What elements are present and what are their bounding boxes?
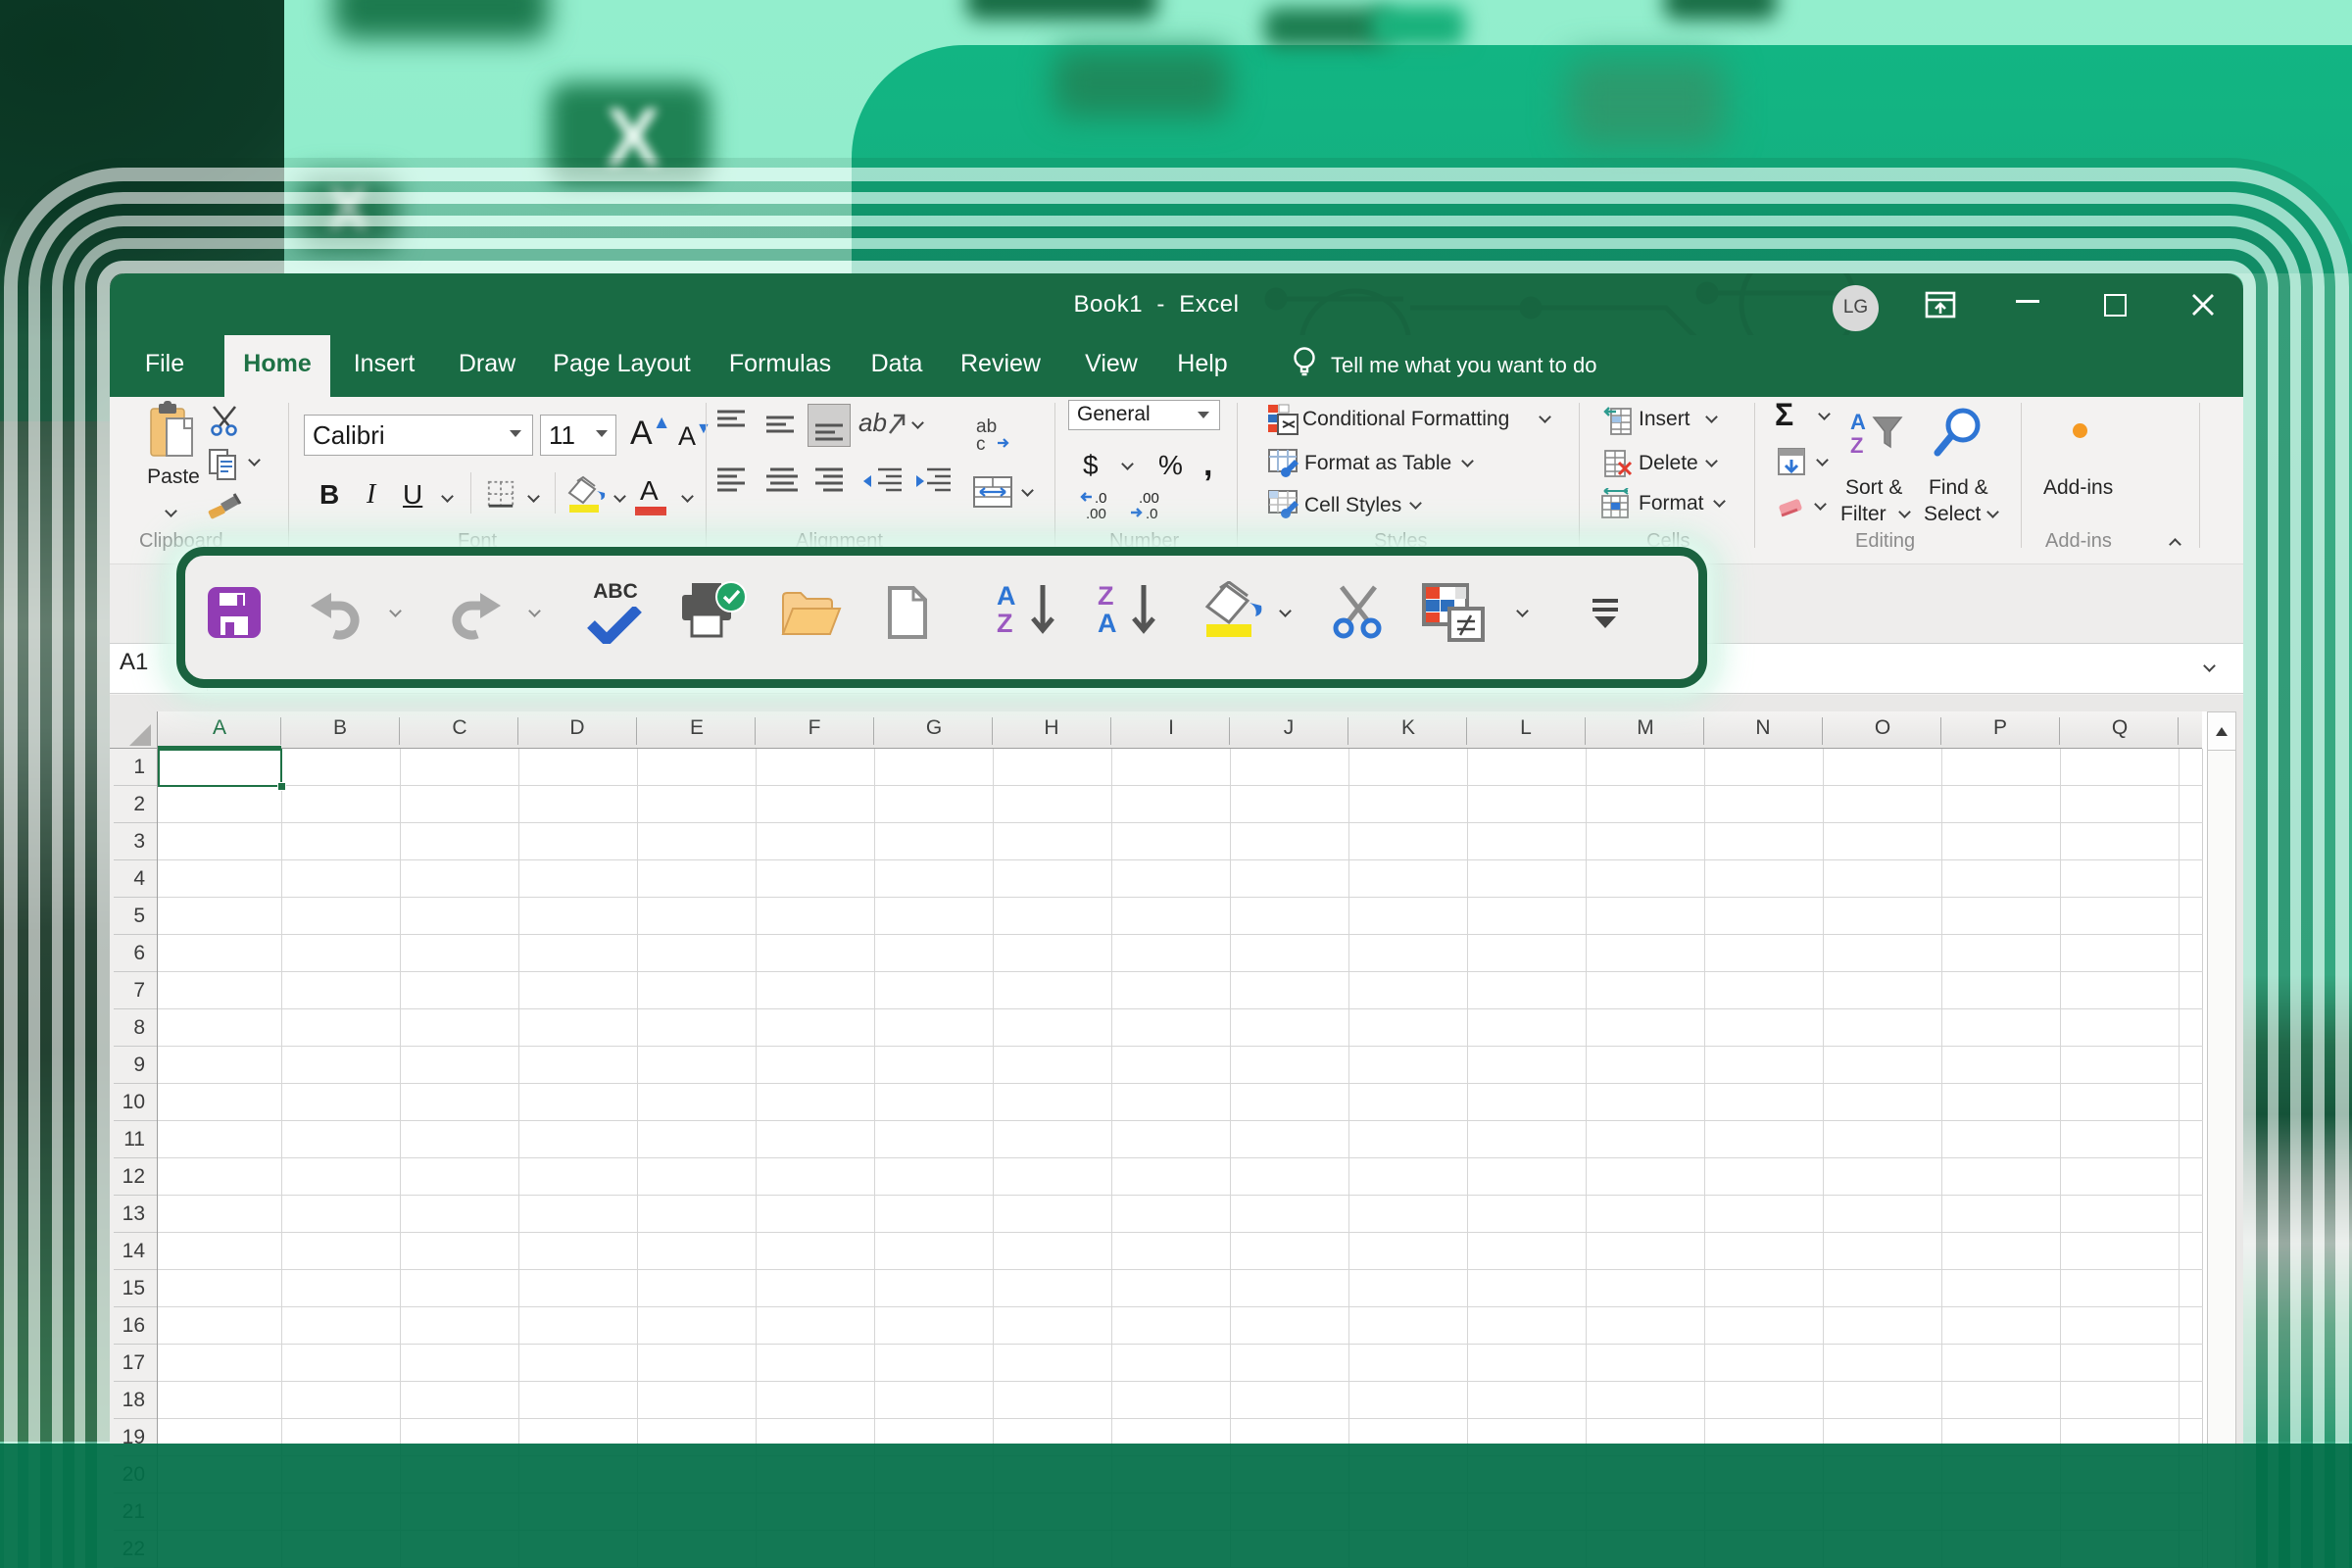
svg-text:.00: .00 <box>1139 490 1159 507</box>
svg-text:.0: .0 <box>1095 490 1107 507</box>
svg-text:.0: .0 <box>1146 506 1158 520</box>
svg-text:A: A <box>1850 410 1866 434</box>
svg-text:c: c <box>976 434 986 452</box>
svg-text:ab: ab <box>858 408 887 437</box>
svg-text:Z: Z <box>1850 433 1863 458</box>
svg-text:.00: .00 <box>1086 506 1106 520</box>
